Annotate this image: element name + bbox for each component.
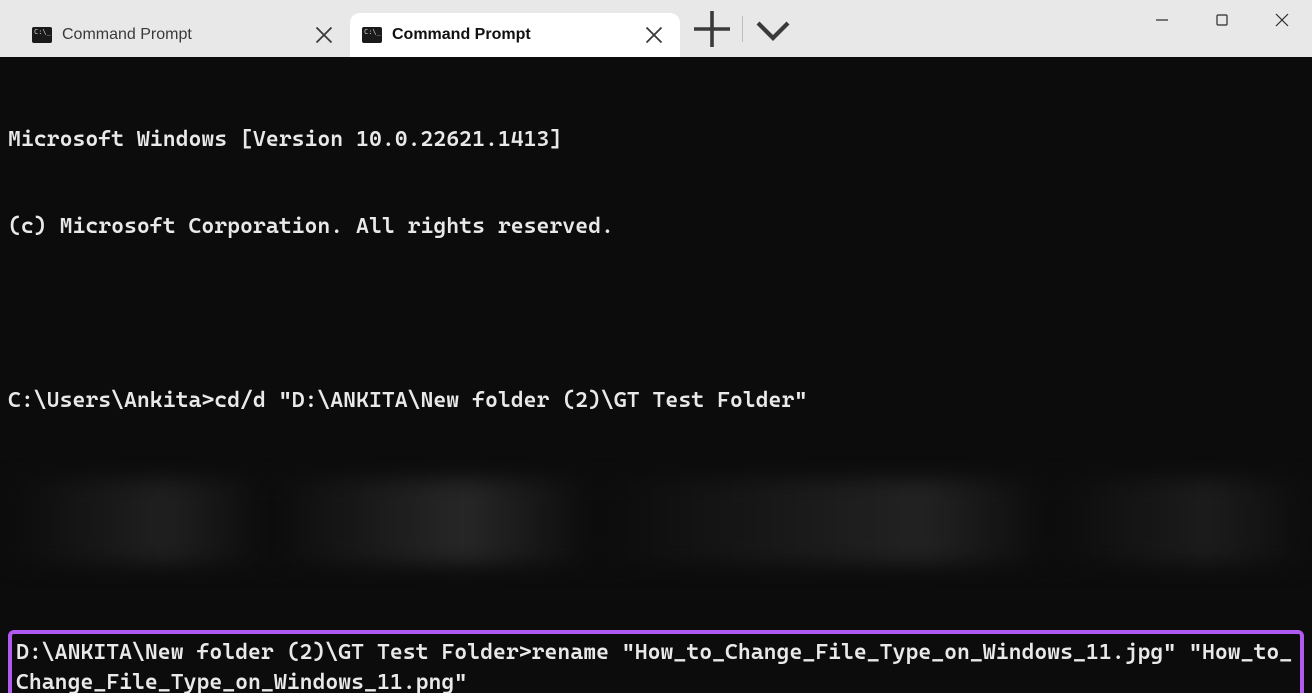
title-bar: Command Prompt Command Prompt bbox=[0, 0, 1312, 57]
terminal-output[interactable]: Microsoft Windows [Version 10.0.22621.14… bbox=[0, 57, 1312, 693]
close-window-button[interactable] bbox=[1252, 0, 1312, 40]
prompt-path: C:\Users\Ankita> bbox=[8, 388, 214, 413]
prompt-command: cd/d "D:\ANKITA\New folder (2)\GT Test F… bbox=[214, 388, 807, 413]
tab-command-prompt-1[interactable]: Command Prompt bbox=[20, 13, 350, 57]
highlighted-command: D:\ANKITA\New folder (2)\GT Test Folder>… bbox=[8, 630, 1304, 693]
terminal-icon bbox=[362, 27, 382, 43]
window-controls bbox=[1132, 0, 1312, 40]
tab-close-button[interactable] bbox=[312, 23, 336, 47]
minimize-button[interactable] bbox=[1132, 0, 1192, 40]
tab-strip: Command Prompt Command Prompt bbox=[0, 0, 680, 57]
redacted-region bbox=[8, 479, 1312, 564]
command-line-1: C:\Users\Ankita>cd/d "D:\ANKITA\New fold… bbox=[8, 386, 1312, 415]
divider bbox=[742, 16, 743, 42]
prompt-path: D:\ANKITA\New folder (2)\GT Test Folder> bbox=[16, 640, 532, 665]
tab-controls bbox=[680, 0, 797, 57]
maximize-button[interactable] bbox=[1192, 0, 1252, 40]
copyright-line: (c) Microsoft Corporation. All rights re… bbox=[8, 212, 1312, 241]
tab-label: Command Prompt bbox=[62, 26, 192, 44]
new-tab-button[interactable] bbox=[688, 7, 736, 51]
tab-label: Command Prompt bbox=[392, 26, 531, 44]
tab-close-button[interactable] bbox=[642, 23, 666, 47]
version-line: Microsoft Windows [Version 10.0.22621.14… bbox=[8, 125, 1312, 154]
tab-command-prompt-2[interactable]: Command Prompt bbox=[350, 13, 680, 57]
tab-dropdown-button[interactable] bbox=[749, 7, 797, 51]
terminal-icon bbox=[32, 27, 52, 43]
